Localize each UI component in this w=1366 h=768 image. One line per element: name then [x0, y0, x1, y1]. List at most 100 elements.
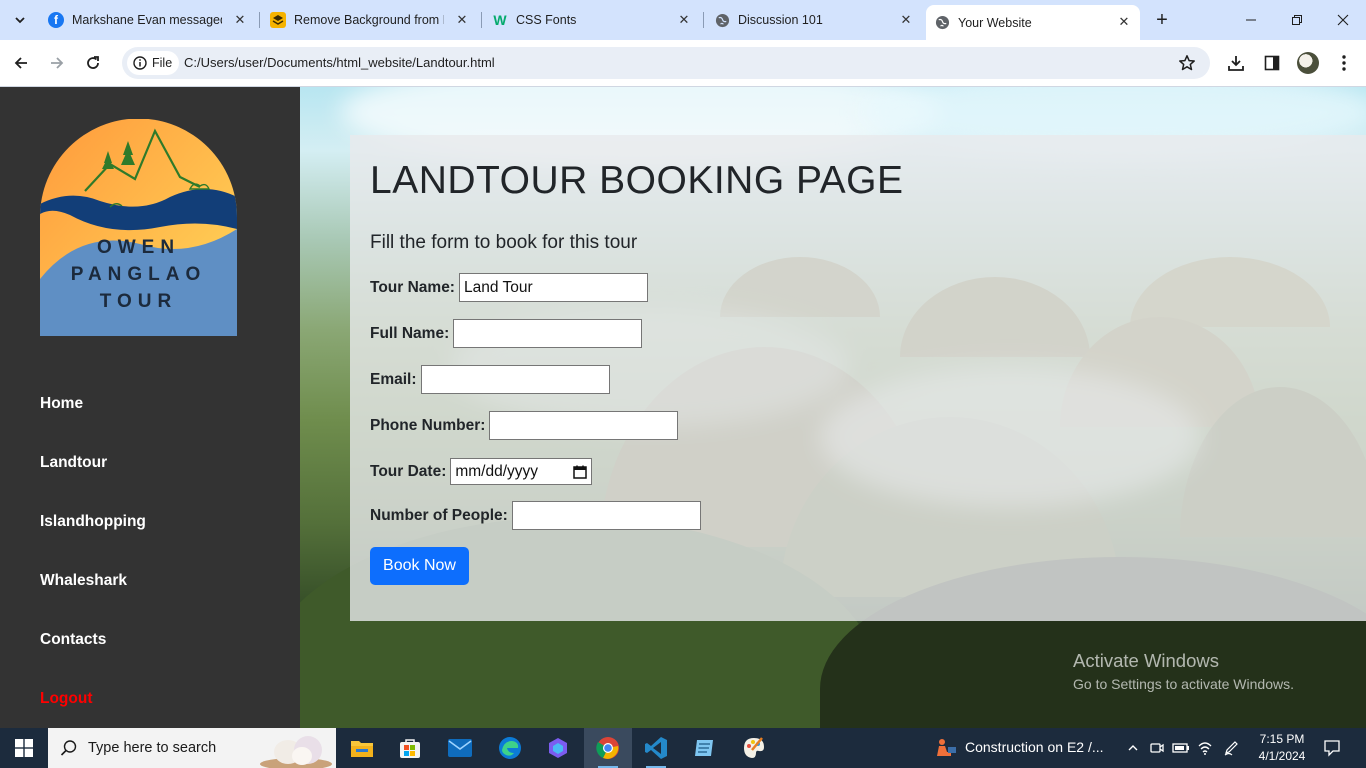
taskbar-edge[interactable] [486, 728, 534, 768]
notification-center-icon [1324, 740, 1340, 757]
store-icon [400, 739, 420, 758]
profile-button[interactable] [1297, 52, 1319, 74]
file-chip-label: File [152, 56, 173, 70]
people-label: Number of People: [370, 506, 508, 524]
wifi-icon[interactable] [1196, 739, 1214, 757]
tab-search-button[interactable] [8, 8, 32, 32]
activate-windows-title: Activate Windows [1073, 650, 1219, 671]
full-name-row: Full Name: [370, 319, 643, 348]
reload-button[interactable] [80, 50, 106, 76]
arrow-right-icon [51, 57, 64, 69]
taskbar-clock[interactable]: 7:15 PM 4/1/2024 [1250, 731, 1314, 765]
logo-line-1: OWEN [97, 237, 180, 258]
form-intro-text: Fill the form to book for this tour [370, 232, 638, 253]
tour-date-placeholder: mm/dd/yyyy [455, 462, 539, 480]
more-vertical-icon [1342, 55, 1346, 71]
battery-icon[interactable] [1172, 739, 1190, 757]
notification-text[interactable]: Construction on E2 /... [965, 739, 1104, 755]
page-title: LANDTOUR BOOKING PAGE [370, 159, 904, 202]
tour-name-input[interactable]: Land Tour [458, 273, 648, 302]
sidebar-link-whaleshark[interactable]: Whaleshark [40, 572, 127, 590]
full-name-label: Full Name: [370, 324, 450, 342]
people-row: Number of People: [370, 501, 701, 530]
close-tab-icon[interactable]: ✕ [898, 12, 914, 28]
tour-name-label: Tour Name: [370, 278, 455, 296]
book-now-button[interactable]: Book Now [370, 547, 469, 585]
vscode-icon [645, 737, 667, 759]
taskbar-notepad[interactable] [680, 728, 728, 768]
show-hidden-icons-button[interactable] [1124, 739, 1142, 757]
tab-title: CSS Fonts [516, 13, 577, 27]
chevron-up-icon [1128, 745, 1138, 751]
close-tab-icon[interactable]: ✕ [1116, 14, 1132, 30]
close-icon [1337, 14, 1349, 26]
taskbar-file-explorer[interactable] [338, 728, 386, 768]
taskbar-search-box[interactable]: Type here to search [48, 728, 336, 768]
minimize-icon [1246, 19, 1256, 21]
forward-button[interactable] [44, 50, 70, 76]
close-tab-icon[interactable]: ✕ [454, 12, 470, 28]
paint-icon [744, 737, 764, 758]
construction-alert-icon[interactable] [934, 737, 958, 759]
tab-title: Markshane Evan messaged y [72, 13, 222, 27]
new-tab-button[interactable]: + [1150, 8, 1174, 32]
reload-icon [87, 56, 99, 69]
phone-label: Phone Number: [370, 416, 486, 434]
taskbar-chrome[interactable] [584, 728, 632, 768]
sidebar-link-contacts[interactable]: Contacts [40, 631, 106, 649]
activate-windows-watermark: Activate Windows Go to Settings to activ… [1073, 650, 1294, 692]
minimize-button[interactable] [1228, 0, 1274, 40]
close-window-button[interactable] [1320, 0, 1366, 40]
taskbar-store[interactable] [386, 728, 434, 768]
close-tab-icon[interactable]: ✕ [232, 12, 248, 28]
sidebar-link-islandhopping[interactable]: Islandhopping [40, 513, 146, 531]
close-tab-icon[interactable]: ✕ [676, 12, 692, 28]
tab-css-fonts[interactable]: W CSS Fonts ✕ [484, 0, 700, 40]
taskbar-paint[interactable] [730, 728, 778, 768]
taskbar-vscode[interactable] [632, 728, 680, 768]
tab-title: Discussion 101 [738, 13, 823, 27]
browser-menu-button[interactable] [1333, 52, 1355, 74]
restore-button[interactable] [1274, 0, 1320, 40]
sidebar-link-home[interactable]: Home [40, 395, 83, 413]
address-bar[interactable]: File C:/Users/user/Documents/html_websit… [122, 47, 1210, 79]
side-panel-button[interactable] [1261, 52, 1283, 74]
notifications-button[interactable] [1323, 739, 1341, 757]
tour-date-input[interactable]: mm/dd/yyyy [450, 458, 593, 485]
email-input[interactable] [420, 365, 610, 394]
taskbar-mail[interactable] [436, 728, 484, 768]
meet-now-icon[interactable] [1148, 739, 1166, 757]
full-name-input[interactable] [453, 319, 643, 348]
sidebar-link-logout[interactable]: Logout [40, 690, 93, 708]
site-info-chip[interactable]: File [127, 51, 179, 75]
phone-input[interactable] [489, 411, 679, 440]
email-row: Email: [370, 365, 610, 394]
start-button[interactable] [0, 728, 48, 768]
back-button[interactable] [8, 50, 34, 76]
taskbar-copilot[interactable] [534, 728, 582, 768]
tour-date-row: Tour Date: mm/dd/yyyy [370, 458, 593, 485]
tab-remove-background[interactable]: Remove Background from In ✕ [262, 0, 478, 40]
tab-facebook[interactable]: f Markshane Evan messaged y ✕ [40, 0, 256, 40]
sidebar-link-landtour[interactable]: Landtour [40, 454, 107, 472]
windows-logo-icon [15, 739, 33, 757]
globe-icon [934, 15, 950, 31]
calendar-icon[interactable] [573, 465, 588, 479]
people-input[interactable] [511, 501, 701, 530]
page-viewport: OWEN PANGLAO TOUR Home Landtour Islandho… [0, 87, 1366, 728]
remove-bg-icon [270, 12, 286, 28]
owen-panglao-tour-logo[interactable]: OWEN PANGLAO TOUR [40, 119, 237, 336]
tour-name-row: Tour Name: Land Tour [370, 273, 648, 302]
taskbar: Type here to search Construction on E2 /… [0, 728, 1366, 768]
arrow-left-icon [14, 57, 27, 69]
tab-discussion[interactable]: Discussion 101 ✕ [706, 0, 922, 40]
globe-icon [714, 12, 730, 28]
url-text[interactable]: C:/Users/user/Documents/html_website/Lan… [184, 55, 495, 70]
bookmark-star-button[interactable] [1178, 54, 1196, 77]
pen-icon[interactable] [1222, 739, 1240, 757]
tab-title: Remove Background from In [294, 13, 444, 27]
side-panel-icon [1264, 55, 1280, 71]
tab-your-website[interactable]: Your Website ✕ [926, 5, 1140, 40]
downloads-button[interactable] [1225, 52, 1247, 74]
facebook-icon: f [48, 12, 64, 28]
